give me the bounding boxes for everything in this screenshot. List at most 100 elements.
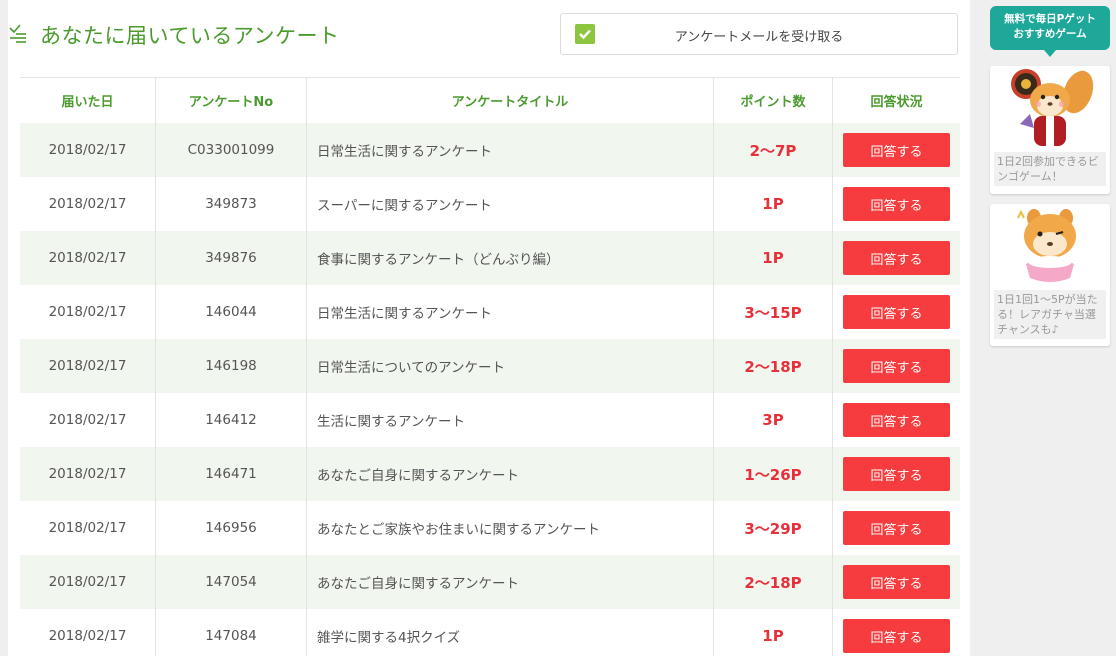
row-survey-title: あなたとご家族やお住まいに関するアンケート (307, 501, 714, 555)
header-date: 届いた日 (20, 78, 156, 123)
row-points: 3～29P (744, 519, 802, 538)
row-points: 3P (762, 411, 784, 429)
answer-button[interactable]: 回答する (843, 187, 950, 221)
row-date: 2018/02/17 (20, 339, 156, 393)
row-date: 2018/02/17 (20, 555, 156, 609)
row-points: 1P (762, 249, 784, 267)
row-date: 2018/02/17 (20, 231, 156, 285)
answer-button[interactable]: 回答する (843, 295, 950, 329)
game-card-gacha[interactable]: 1日1回1～5Pが当たる！レアガチャ当選チャンスも♪ (990, 204, 1110, 346)
row-points-cell: 1～26P (714, 447, 833, 501)
row-survey-title: 日常生活についてのアンケート (307, 339, 714, 393)
header-survey-no: アンケートNo (156, 78, 307, 123)
badge-line-1: 無料で毎日Pゲット (1004, 13, 1096, 25)
game-card-bingo-desc: 1日2回参加できるビンゴゲーム！ (994, 152, 1106, 186)
row-points: 2～18P (744, 573, 802, 592)
row-survey-title: 日常生活に関するアンケート (307, 285, 714, 339)
row-survey-no: 147054 (156, 555, 307, 609)
row-points-cell: 3～15P (714, 285, 833, 339)
table-row: 2018/02/17 146198 日常生活についてのアンケート 2～18P 回答する (20, 339, 960, 393)
table-row: 2018/02/17 146044 日常生活に関するアンケート 3～15P 回答する (20, 285, 960, 339)
row-status-cell: 回答する (833, 339, 960, 393)
row-points-cell: 1P (714, 177, 833, 231)
row-survey-no: 349873 (156, 177, 307, 231)
answer-button[interactable]: 回答する (843, 457, 950, 491)
row-survey-no: 146412 (156, 393, 307, 447)
answer-button[interactable]: 回答する (843, 403, 950, 437)
row-survey-no: 146044 (156, 285, 307, 339)
survey-list-icon (8, 22, 30, 50)
answer-button[interactable]: 回答する (843, 619, 950, 653)
row-survey-no: 349876 (156, 231, 307, 285)
game-card-gacha-desc: 1日1回1～5Pが当たる！レアガチャ当選チャンスも♪ (994, 290, 1106, 339)
row-points-cell: 3～29P (714, 501, 833, 555)
row-points: 1P (762, 195, 784, 213)
row-status-cell: 回答する (833, 555, 960, 609)
row-points: 2～7P (749, 141, 797, 160)
row-survey-no: C033001099 (156, 123, 307, 177)
survey-table: 届いた日 アンケートNo アンケートタイトル ポイント数 回答状況 2018/0… (20, 77, 960, 656)
table-row: 2018/02/17 146471 あなたご自身に関するアンケート 1～26P 回答する (20, 447, 960, 501)
row-points-cell: 1P (714, 231, 833, 285)
squirrel-roulette-icon (990, 66, 1110, 156)
row-survey-no: 147084 (156, 609, 307, 656)
row-survey-title: 生活に関するアンケート (307, 393, 714, 447)
row-status-cell: 回答する (833, 177, 960, 231)
table-row: 2018/02/17 349876 食事に関するアンケート（どんぶり編） 1P 回答する (20, 231, 960, 285)
row-points-cell: 2～18P (714, 339, 833, 393)
row-survey-title: 雑学に関する4択クイズ (307, 609, 714, 656)
answer-button[interactable]: 回答する (843, 511, 950, 545)
answer-button[interactable]: 回答する (843, 565, 950, 599)
answer-button[interactable]: 回答する (843, 133, 950, 167)
row-survey-no: 146956 (156, 501, 307, 555)
main-content: あなたに届いているアンケート アンケートメールを受け取る 届いた日 アンケートN… (8, 0, 970, 656)
table-header-row: 届いた日 アンケートNo アンケートタイトル ポイント数 回答状況 (20, 77, 960, 123)
row-date: 2018/02/17 (20, 609, 156, 656)
row-status-cell: 回答する (833, 609, 960, 656)
game-card-bingo[interactable]: 1日2回参加できるビンゴゲーム！ (990, 66, 1110, 194)
row-date: 2018/02/17 (20, 501, 156, 555)
page-title: あなたに届いているアンケート (40, 24, 340, 48)
header-status: 回答状況 (870, 95, 923, 110)
row-status-cell: 回答する (833, 231, 960, 285)
row-date: 2018/02/17 (20, 285, 156, 339)
row-survey-no: 146471 (156, 447, 307, 501)
row-status-cell: 回答する (833, 447, 960, 501)
answer-button[interactable]: 回答する (843, 349, 950, 383)
row-date: 2018/02/17 (20, 123, 156, 177)
table-row: 2018/02/17 146412 生活に関するアンケート 3P 回答する (20, 393, 960, 447)
row-status-cell: 回答する (833, 285, 960, 339)
answer-button[interactable]: 回答する (843, 241, 950, 275)
row-status-cell: 回答する (833, 123, 960, 177)
row-points: 1P (762, 627, 784, 645)
row-survey-no: 146198 (156, 339, 307, 393)
survey-mail-label: アンケートメールを受け取る (674, 30, 844, 45)
row-points-cell: 2～7P (714, 123, 833, 177)
badge-line-2: おすすめゲーム (1013, 28, 1087, 40)
recommended-games-badge: 無料で毎日Pゲット おすすめゲーム (990, 6, 1110, 57)
table-row: 2018/02/17 349873 スーパーに関するアンケート 1P 回答する (20, 177, 960, 231)
row-survey-title: 食事に関するアンケート（どんぶり編） (307, 231, 714, 285)
table-row: 2018/02/17 146956 あなたとご家族やお住まいに関するアンケート 3～2… (20, 501, 960, 555)
row-survey-title: 日常生活に関するアンケート (307, 123, 714, 177)
row-points: 2～18P (744, 357, 802, 376)
row-survey-title: あなたご自身に関するアンケート (307, 447, 714, 501)
row-points-cell: 3P (714, 393, 833, 447)
squirrel-gacha-icon (990, 204, 1110, 294)
row-date: 2018/02/17 (20, 177, 156, 231)
row-status-cell: 回答する (833, 393, 960, 447)
table-row: 2018/02/17 147084 雑学に関する4択クイズ 1P 回答する (20, 609, 960, 656)
row-status-cell: 回答する (833, 501, 960, 555)
table-row: 2018/02/17 C033001099 日常生活に関するアンケート 2～7P 回答す… (20, 123, 960, 177)
survey-mail-toggle[interactable]: アンケートメールを受け取る (560, 13, 958, 55)
row-points-cell: 1P (714, 609, 833, 656)
row-survey-title: あなたご自身に関するアンケート (307, 555, 714, 609)
table-body: 2018/02/17 C033001099 日常生活に関するアンケート 2～7P 回答す… (20, 123, 960, 656)
row-points-cell: 2～18P (714, 555, 833, 609)
table-row: 2018/02/17 147054 あなたご自身に関するアンケート 2～18P 回答する (20, 555, 960, 609)
row-date: 2018/02/17 (20, 393, 156, 447)
row-survey-title: スーパーに関するアンケート (307, 177, 714, 231)
header-survey-title: アンケートタイトル (307, 78, 714, 123)
header-points: ポイント数 (714, 78, 833, 123)
badge-arrow (1044, 50, 1056, 57)
